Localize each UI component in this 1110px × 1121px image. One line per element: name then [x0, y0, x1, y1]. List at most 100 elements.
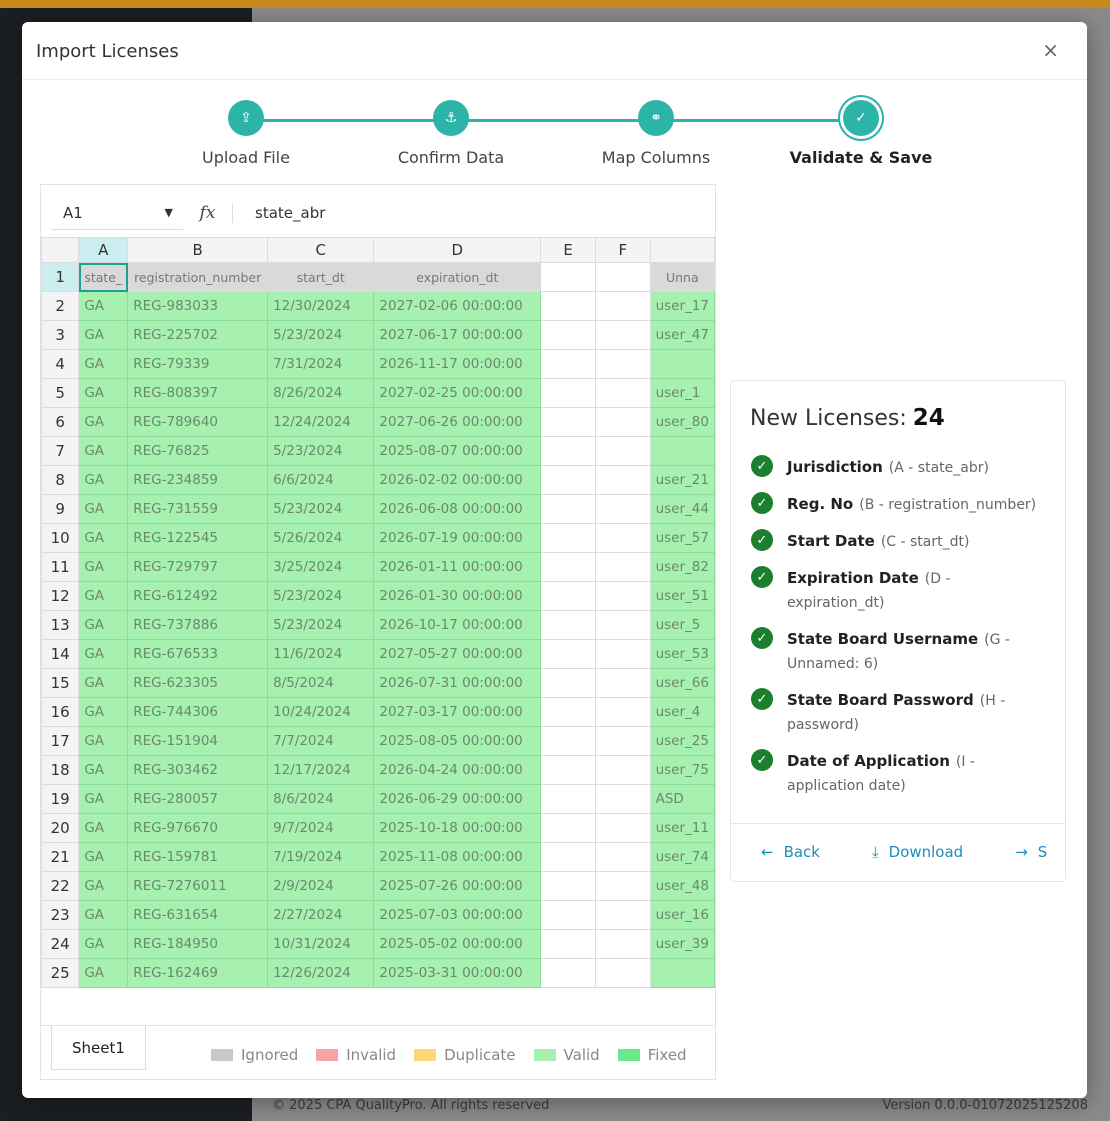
empty-cell[interactable]: [540, 494, 596, 524]
data-cell[interactable]: GA: [78, 668, 129, 698]
column-header[interactable]: E: [540, 237, 596, 263]
empty-cell[interactable]: [540, 900, 596, 930]
data-cell[interactable]: GA: [78, 842, 129, 872]
empty-cell[interactable]: [540, 871, 596, 901]
data-cell[interactable]: GA: [78, 871, 129, 901]
data-cell[interactable]: user_74: [649, 842, 715, 872]
data-cell[interactable]: 2027-06-17 00:00:00: [373, 320, 542, 350]
row-number[interactable]: 24: [41, 929, 80, 959]
empty-cell[interactable]: [540, 610, 596, 640]
data-cell[interactable]: 2/27/2024: [267, 900, 375, 930]
data-cell[interactable]: 2026-02-02 00:00:00: [373, 465, 542, 495]
data-cell[interactable]: user_44: [649, 494, 715, 524]
empty-cell[interactable]: [594, 784, 651, 814]
row-number[interactable]: 20: [41, 813, 80, 843]
data-cell[interactable]: user_17: [649, 291, 715, 321]
data-cell[interactable]: 2025-05-02 00:00:00: [373, 929, 542, 959]
data-cell[interactable]: GA: [78, 929, 129, 959]
data-cell[interactable]: user_80: [649, 407, 715, 437]
corner-cell[interactable]: [41, 237, 80, 263]
data-cell[interactable]: REG-184950: [127, 929, 269, 959]
data-cell[interactable]: GA: [78, 291, 129, 321]
data-cell[interactable]: REG-225702: [127, 320, 269, 350]
empty-cell[interactable]: [540, 349, 596, 379]
data-cell[interactable]: 2025-07-03 00:00:00: [373, 900, 542, 930]
data-cell[interactable]: 9/7/2024: [267, 813, 375, 843]
empty-cell[interactable]: [594, 436, 651, 466]
empty-cell[interactable]: [540, 958, 596, 988]
empty-cell[interactable]: [540, 523, 596, 553]
data-cell[interactable]: REG-808397: [127, 378, 269, 408]
data-cell[interactable]: 2025-07-26 00:00:00: [373, 871, 542, 901]
data-cell[interactable]: 2/9/2024: [267, 871, 375, 901]
data-cell[interactable]: 2027-06-26 00:00:00: [373, 407, 542, 437]
data-cell[interactable]: 5/23/2024: [267, 436, 375, 466]
data-cell[interactable]: GA: [78, 726, 129, 756]
data-cell[interactable]: 10/24/2024: [267, 697, 375, 727]
empty-cell[interactable]: [594, 523, 651, 553]
data-cell[interactable]: GA: [78, 349, 129, 379]
header-cell[interactable]: state_: [78, 262, 129, 292]
empty-cell[interactable]: [540, 320, 596, 350]
empty-cell[interactable]: [594, 581, 651, 611]
header-cell[interactable]: [540, 262, 596, 292]
cell-reference-select[interactable]: A1 ▼: [51, 196, 183, 230]
data-cell[interactable]: GA: [78, 639, 129, 669]
row-number[interactable]: 6: [41, 407, 80, 437]
data-cell[interactable]: user_4: [649, 697, 715, 727]
data-cell[interactable]: GA: [78, 494, 129, 524]
data-cell[interactable]: 5/23/2024: [267, 320, 375, 350]
row-number[interactable]: 9: [41, 494, 80, 524]
data-cell[interactable]: GA: [78, 581, 129, 611]
data-cell[interactable]: 2027-05-27 00:00:00: [373, 639, 542, 669]
data-cell[interactable]: REG-737886: [127, 610, 269, 640]
data-cell[interactable]: GA: [78, 436, 129, 466]
empty-cell[interactable]: [540, 697, 596, 727]
data-cell[interactable]: 2026-01-11 00:00:00: [373, 552, 542, 582]
data-cell[interactable]: user_82: [649, 552, 715, 582]
data-cell[interactable]: GA: [78, 755, 129, 785]
row-number[interactable]: 8: [41, 465, 80, 495]
data-cell[interactable]: 12/17/2024: [267, 755, 375, 785]
row-number[interactable]: 7: [41, 436, 80, 466]
data-cell[interactable]: 2027-02-25 00:00:00: [373, 378, 542, 408]
data-cell[interactable]: 7/31/2024: [267, 349, 375, 379]
data-cell[interactable]: user_48: [649, 871, 715, 901]
data-cell[interactable]: GA: [78, 813, 129, 843]
empty-cell[interactable]: [594, 610, 651, 640]
data-cell[interactable]: 7/7/2024: [267, 726, 375, 756]
data-cell[interactable]: 5/26/2024: [267, 523, 375, 553]
data-cell[interactable]: REG-162469: [127, 958, 269, 988]
data-cell[interactable]: REG-122545: [127, 523, 269, 553]
row-number[interactable]: 15: [41, 668, 80, 698]
empty-cell[interactable]: [594, 813, 651, 843]
data-cell[interactable]: 6/6/2024: [267, 465, 375, 495]
data-cell[interactable]: 2026-04-24 00:00:00: [373, 755, 542, 785]
data-cell[interactable]: user_53: [649, 639, 715, 669]
empty-cell[interactable]: [594, 668, 651, 698]
empty-cell[interactable]: [594, 726, 651, 756]
step-validate-save[interactable]: ✓ Validate & Save: [786, 100, 936, 167]
data-cell[interactable]: REG-7276011: [127, 871, 269, 901]
row-number[interactable]: 18: [41, 755, 80, 785]
data-cell[interactable]: ASD: [649, 784, 715, 814]
data-cell[interactable]: 8/26/2024: [267, 378, 375, 408]
data-cell[interactable]: GA: [78, 784, 129, 814]
column-header[interactable]: F: [594, 237, 651, 263]
empty-cell[interactable]: [540, 436, 596, 466]
data-cell[interactable]: user_75: [649, 755, 715, 785]
data-cell[interactable]: GA: [78, 523, 129, 553]
data-cell[interactable]: [649, 436, 715, 466]
data-cell[interactable]: 5/23/2024: [267, 494, 375, 524]
data-cell[interactable]: REG-676533: [127, 639, 269, 669]
data-cell[interactable]: user_16: [649, 900, 715, 930]
data-cell[interactable]: 2026-01-30 00:00:00: [373, 581, 542, 611]
empty-cell[interactable]: [540, 755, 596, 785]
row-number[interactable]: 2: [41, 291, 80, 321]
empty-cell[interactable]: [540, 291, 596, 321]
row-number[interactable]: 12: [41, 581, 80, 611]
row-number[interactable]: 10: [41, 523, 80, 553]
data-cell[interactable]: REG-729797: [127, 552, 269, 582]
back-button[interactable]: ← Back: [761, 843, 820, 861]
data-cell[interactable]: 5/23/2024: [267, 610, 375, 640]
